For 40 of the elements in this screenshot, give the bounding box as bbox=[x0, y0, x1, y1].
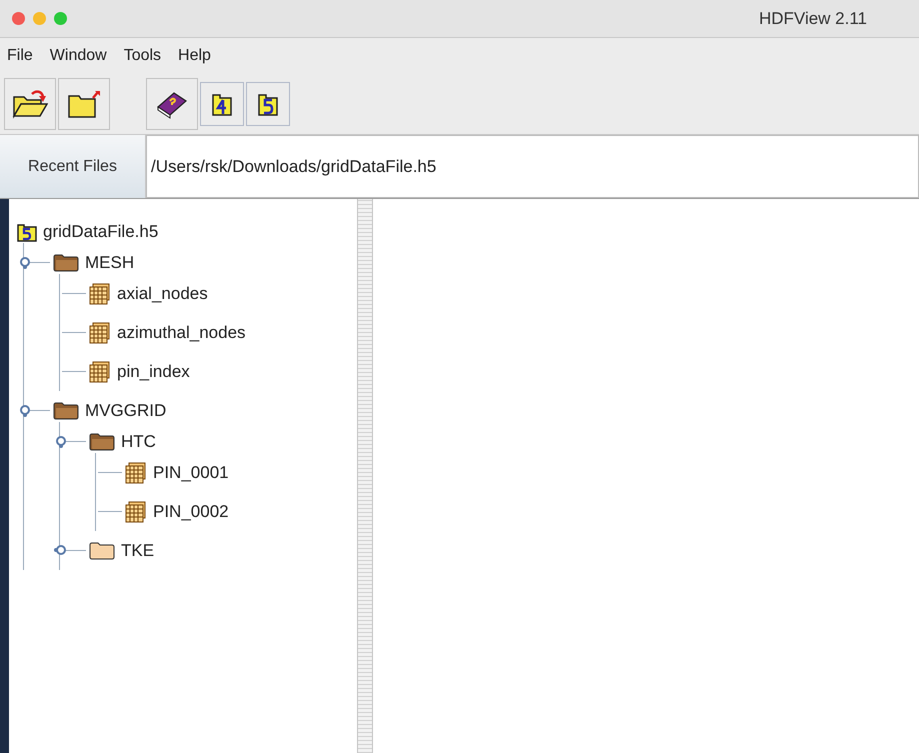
table-icon bbox=[125, 462, 147, 484]
tree-item[interactable]: gridDataFile.h5 bbox=[43, 218, 158, 244]
table-icon bbox=[89, 360, 111, 382]
folder-icon bbox=[53, 402, 79, 420]
splitter-handle[interactable] bbox=[357, 199, 373, 753]
close-file-button[interactable] bbox=[58, 78, 110, 130]
expand-handle[interactable] bbox=[56, 436, 66, 446]
table-icon bbox=[89, 322, 111, 344]
open-file-button[interactable] bbox=[4, 78, 56, 130]
menu-item[interactable]: File bbox=[7, 44, 33, 68]
hdf5-button[interactable] bbox=[246, 82, 290, 126]
tree-item[interactable]: TKE bbox=[121, 538, 154, 564]
open-folder-icon bbox=[12, 89, 48, 119]
recent-files-label: Recent Files bbox=[0, 135, 146, 198]
expand-handle[interactable] bbox=[20, 405, 30, 415]
expand-handle[interactable] bbox=[56, 545, 66, 555]
folder-icon bbox=[89, 432, 115, 450]
table-icon bbox=[89, 282, 111, 304]
tree-item[interactable]: pin_index bbox=[117, 358, 190, 384]
menu-item[interactable]: Help bbox=[178, 44, 211, 68]
recent-files-field[interactable]: /Users/rsk/Downloads/gridDataFile.h5 bbox=[146, 135, 919, 198]
tree-item[interactable]: axial_nodes bbox=[117, 280, 208, 306]
tree-item[interactable]: PIN_0002 bbox=[153, 498, 229, 524]
hdf4-button[interactable] bbox=[200, 82, 244, 126]
folder-icon bbox=[66, 89, 102, 119]
tree-item[interactable]: PIN_0001 bbox=[153, 460, 229, 486]
table-icon bbox=[125, 500, 147, 522]
expand-handle[interactable] bbox=[20, 257, 30, 267]
window-title: HDFView 2.11 bbox=[758, 8, 867, 30]
close-window-button[interactable] bbox=[12, 12, 25, 25]
folder-icon bbox=[89, 542, 115, 560]
tree-item[interactable]: MVGGRID bbox=[85, 398, 166, 424]
tree-item[interactable]: MESH bbox=[85, 250, 134, 276]
tree-item[interactable]: azimuthal_nodes bbox=[117, 320, 246, 346]
folder-icon bbox=[53, 254, 79, 272]
menu-item[interactable]: Window bbox=[50, 44, 107, 68]
help-button[interactable] bbox=[146, 78, 198, 130]
tree-item[interactable]: HTC bbox=[121, 428, 156, 454]
menu-item[interactable]: Tools bbox=[124, 44, 162, 68]
hdf5-file-icon bbox=[17, 222, 37, 242]
